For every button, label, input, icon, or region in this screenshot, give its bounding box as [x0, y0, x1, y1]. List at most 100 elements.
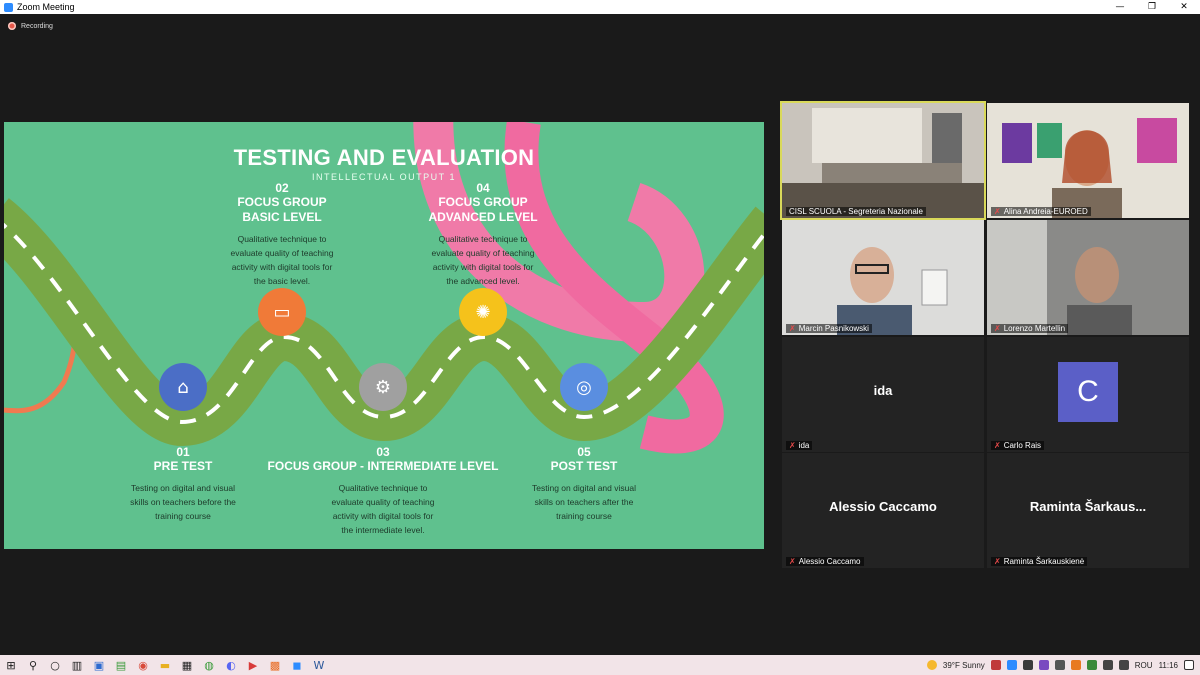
participant-name: Raminta Šarkauskienė — [1003, 557, 1085, 566]
participant-name: Carlo Rais — [1003, 441, 1042, 450]
participant-name-tag: ✗ Raminta Šarkauskienė — [991, 557, 1088, 566]
muted-mic-icon: ✗ — [789, 557, 796, 566]
notepad-icon[interactable]: ▤ — [110, 655, 132, 675]
step-description: Qualitative technique to evaluate qualit… — [331, 483, 435, 535]
tray-app-icon[interactable] — [1086, 660, 1097, 670]
lightbulb-icon: ✺ — [459, 288, 507, 336]
slide-title: TESTING AND EVALUATION — [233, 145, 535, 170]
video-feed-participant — [782, 220, 984, 335]
step-heading: FOCUS GROUP - INTERMEDIATE LEVEL — [267, 459, 499, 473]
maximize-button[interactable]: ❐ — [1136, 0, 1168, 14]
target-icon: ◎ — [560, 363, 608, 411]
notifications-icon[interactable] — [1184, 660, 1194, 670]
weather-sun-icon — [926, 660, 937, 670]
participant-name-tag: CISL SCUOLA - Segreteria Nazionale — [786, 207, 926, 216]
tray-app-icon[interactable] — [990, 660, 1001, 670]
word-icon[interactable]: W — [308, 655, 330, 675]
avatar: C — [1058, 362, 1118, 422]
calculator-icon[interactable]: ▦ — [176, 655, 198, 675]
participant-name: Marcin Pasnikowski — [798, 324, 869, 333]
briefcase-icon: ▭ — [258, 288, 306, 336]
video-feed-meeting-room — [782, 103, 984, 218]
participant-name: Alessio Caccamo — [798, 557, 861, 566]
tray-app-icon[interactable] — [1006, 660, 1017, 670]
windows-start-icon[interactable]: ⊞ — [0, 655, 22, 675]
zoom-app-icon — [4, 2, 13, 12]
participant-display-name: Raminta Šarkaus... — [1029, 499, 1147, 514]
muted-mic-icon: ✗ — [994, 441, 1001, 450]
participant-name-tag: ✗ Alina Andreia-EUROED — [991, 207, 1091, 216]
window-titlebar: Zoom Meeting — ❐ ✕ — [0, 0, 1200, 14]
participant-display-name: Alessio Caccamo — [829, 499, 937, 514]
step-number: 04 — [476, 181, 490, 195]
participant-name-tag: ✗ Lorenzo Martellin — [991, 324, 1069, 333]
task-view-icon[interactable]: ▥ — [66, 655, 88, 675]
participant-name-tag: ✗ Carlo Rais — [991, 441, 1045, 450]
muted-mic-icon: ✗ — [994, 207, 1001, 216]
discord-icon[interactable]: ◐ — [220, 655, 242, 675]
participant-tile[interactable]: ✗ Marcin Pasnikowski — [782, 220, 984, 335]
video-feed-participant — [987, 220, 1189, 335]
step-02: 02 FOCUS GROUP BASIC LEVEL Qualitative t… — [182, 181, 382, 288]
zoom-taskbar-icon[interactable]: ◼ — [286, 655, 308, 675]
participant-tile[interactable]: ✗ Lorenzo Martellin — [987, 220, 1189, 335]
shared-screen-slide: TESTING AND EVALUATION INTELLECTUAL OUTP… — [4, 122, 764, 549]
participant-tile[interactable]: ida ✗ ida — [782, 337, 984, 452]
recording-indicator[interactable]: Recording — [8, 22, 53, 30]
recording-icon — [8, 22, 16, 30]
step-heading: FOCUS GROUP ADVANCED LEVEL — [428, 195, 538, 224]
step-heading: FOCUS GROUP BASIC LEVEL — [237, 195, 327, 224]
windows-taskbar: ⊞ ⚲ ○ ▥ ▣ ▤ ◉ ▬ ▦ ◍ ◐ ▶ ▩ ◼ W 39°F Sunny… — [0, 655, 1200, 675]
muted-mic-icon: ✗ — [994, 324, 1001, 333]
step-description: Testing on digital and visual skills on … — [532, 483, 636, 521]
muted-mic-icon: ✗ — [994, 557, 1001, 566]
step-description: Qualitative technique to evaluate qualit… — [431, 234, 535, 286]
participant-name-tag: ✗ Alessio Caccamo — [786, 557, 864, 566]
minimize-button[interactable]: — — [1104, 0, 1136, 14]
step-description: Qualitative technique to evaluate qualit… — [230, 234, 334, 286]
recording-label: Recording — [21, 22, 53, 30]
muted-mic-icon: ✗ — [789, 324, 796, 333]
participant-tile[interactable]: Raminta Šarkaus... ✗ Raminta Šarkauskien… — [987, 453, 1189, 568]
participant-name: CISL SCUOLA - Segreteria Nazionale — [789, 207, 923, 216]
participant-display-name: ida — [873, 383, 893, 398]
participant-name: Alina Andreia-EUROED — [1003, 207, 1088, 216]
step-number: 02 — [275, 181, 289, 195]
volume-icon[interactable] — [1118, 660, 1129, 670]
tray-app-icon[interactable] — [1038, 660, 1049, 670]
participant-name: ida — [798, 441, 810, 450]
tray-app-icon[interactable] — [1054, 660, 1065, 670]
language-indicator[interactable]: ROU — [1135, 661, 1153, 670]
step-03: 03 FOCUS GROUP - INTERMEDIATE LEVEL Qual… — [243, 445, 523, 537]
step-number: 05 — [577, 445, 591, 459]
chat-app-icon[interactable]: ◍ — [198, 655, 220, 675]
participant-name-tag: ✗ Marcin Pasnikowski — [786, 324, 872, 333]
video-feed-participant — [987, 103, 1189, 218]
sticky-app-icon[interactable]: ▩ — [264, 655, 286, 675]
weather-text[interactable]: 39°F Sunny — [943, 661, 985, 670]
step-number: 03 — [376, 445, 390, 459]
participant-tile[interactable]: C ✗ Carlo Rais — [987, 337, 1189, 452]
tray-app-icon[interactable] — [1070, 660, 1081, 670]
system-tray: 39°F Sunny ROU 11:16 — [926, 655, 1200, 675]
step-heading: POST TEST — [550, 459, 618, 473]
step-05: 05 POST TEST Testing on digital and visu… — [484, 445, 684, 523]
media-app-icon[interactable]: ▶ — [242, 655, 264, 675]
gear-icon: ⚙ — [359, 363, 407, 411]
window-title: Zoom Meeting — [17, 2, 75, 12]
step-04: 04 FOCUS GROUP ADVANCED LEVEL Qualitativ… — [383, 181, 583, 288]
tray-app-icon[interactable] — [1022, 660, 1033, 670]
clock[interactable]: 11:16 — [1159, 661, 1178, 670]
chrome-icon[interactable]: ◉ — [132, 655, 154, 675]
close-button[interactable]: ✕ — [1168, 0, 1200, 14]
muted-mic-icon: ✗ — [789, 441, 796, 450]
network-icon[interactable] — [1102, 660, 1113, 670]
participant-tile[interactable]: CISL SCUOLA - Segreteria Nazionale — [780, 101, 986, 220]
participant-tile[interactable]: Alessio Caccamo ✗ Alessio Caccamo — [782, 453, 984, 568]
search-icon[interactable]: ⚲ — [22, 655, 44, 675]
participant-name: Lorenzo Martellin — [1003, 324, 1066, 333]
store-icon[interactable]: ▣ — [88, 655, 110, 675]
participant-tile[interactable]: ✗ Alina Andreia-EUROED — [987, 103, 1189, 218]
cortana-icon[interactable]: ○ — [44, 655, 66, 675]
file-explorer-icon[interactable]: ▬ — [154, 655, 176, 675]
